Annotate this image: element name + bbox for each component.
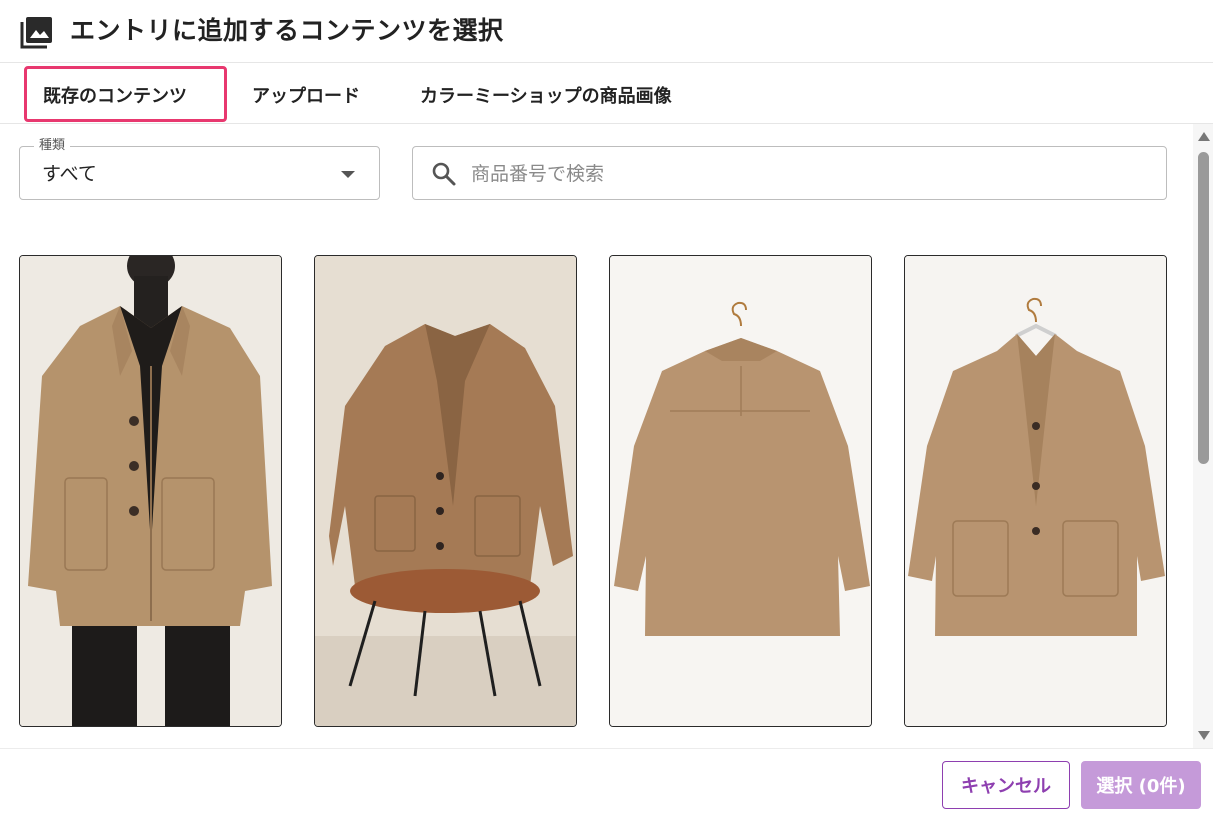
scroll-down-arrow-icon[interactable]: [1198, 731, 1210, 740]
dialog-footer: キャンセル 選択 (0件): [0, 748, 1213, 819]
content-area: 種類 すべて: [0, 124, 1213, 748]
content-card-2[interactable]: [314, 255, 577, 727]
tab-colorme-product-images[interactable]: カラーミーショップの商品画像: [420, 63, 672, 123]
dropdown-caret-icon[interactable]: [341, 171, 355, 178]
search-icon: [432, 162, 456, 186]
search-input[interactable]: [469, 155, 1153, 193]
dialog-header: エントリに追加するコンテンツを選択: [0, 0, 1213, 63]
tab-existing-content[interactable]: 既存のコンテンツ: [43, 63, 187, 123]
select-button[interactable]: 選択 (0件): [1081, 761, 1201, 809]
model-coat-image: [20, 256, 281, 726]
tab-bar: 既存のコンテンツ アップロード カラーミーショップの商品画像: [0, 63, 1213, 124]
scroll-up-arrow-icon[interactable]: [1198, 132, 1210, 141]
content-card-3[interactable]: [609, 255, 872, 727]
type-select-value: すべて: [42, 163, 97, 185]
coat-back-hanger-image: [610, 256, 871, 726]
image-gallery-icon: [20, 17, 52, 49]
dialog-title: エントリに追加するコンテンツを選択: [70, 16, 504, 45]
jacket-on-chair-image: [315, 256, 576, 726]
tab-upload[interactable]: アップロード: [252, 63, 360, 123]
cancel-button[interactable]: キャンセル: [942, 761, 1070, 809]
coat-front-hanger-image: [905, 256, 1166, 726]
type-select[interactable]: 種類 すべて: [19, 136, 380, 200]
search-box[interactable]: [412, 146, 1167, 200]
content-card-1[interactable]: [19, 255, 282, 727]
content-card-4[interactable]: [904, 255, 1167, 727]
vertical-scrollbar[interactable]: [1193, 124, 1213, 748]
scrollbar-thumb[interactable]: [1198, 152, 1209, 464]
